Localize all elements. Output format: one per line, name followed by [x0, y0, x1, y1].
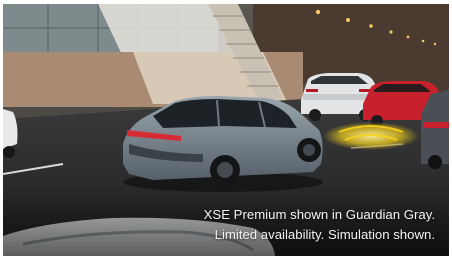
image-caption: XSE Premium shown in Guardian Gray. Limi… — [135, 205, 435, 245]
hero-image: XSE Premium shown in Guardian Gray. Limi… — [3, 4, 449, 256]
caption-line-2: Limited availability. Simulation shown. — [214, 227, 435, 242]
caption-line-1: XSE Premium shown in Guardian Gray. — [203, 207, 435, 222]
